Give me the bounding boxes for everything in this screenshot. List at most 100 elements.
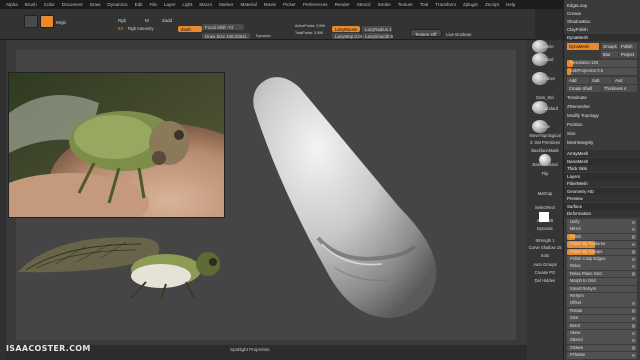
menu-dynamics[interactable]: Dynamics xyxy=(107,2,127,7)
tool-tray-item-backfacemask[interactable]: BackfaceMask xyxy=(528,148,562,153)
sculpt-mesh-model[interactable] xyxy=(240,68,450,328)
menu-marker[interactable]: Marker xyxy=(219,2,233,7)
tool-tray-item-movetopological[interactable]: MoveTopological xyxy=(528,133,562,138)
menu-help[interactable]: Help xyxy=(506,2,515,7)
lazy-step-slider[interactable]: LazyStep 0.09 xyxy=(332,33,363,39)
focal-shift-slider[interactable]: Focal Shift -74 xyxy=(202,24,244,30)
dynamic-toggle[interactable]: Dynamic xyxy=(256,34,271,38)
subpalette-deformation[interactable]: Deformation xyxy=(564,210,640,217)
draw-mode-button[interactable] xyxy=(24,15,38,28)
mrgb-button[interactable]: Mrgb xyxy=(56,20,66,25)
subpalette-fibermesh[interactable]: FiberMesh xyxy=(564,180,640,187)
menu-edit[interactable]: Edit xyxy=(135,2,143,7)
tool-tray-item-move[interactable]: Move xyxy=(528,124,562,129)
palette-item-tessimate[interactable]: Tessimate xyxy=(567,95,637,101)
tool-tray-item-del-hidden[interactable]: Del Hidden xyxy=(528,278,562,283)
menu-transform[interactable]: Transform xyxy=(435,2,456,7)
menu-material[interactable]: Material xyxy=(240,2,256,7)
texture-off-button[interactable]: Texture Off xyxy=(410,29,442,37)
menu-texture[interactable]: Texture xyxy=(398,2,413,7)
deform-relax-plane-grid[interactable]: Relax Plane Grid xyxy=(567,270,637,278)
menu-preferences[interactable]: Preferences xyxy=(303,2,328,7)
zadd-button[interactable]: Zadd xyxy=(162,18,172,23)
deform-smart-resym[interactable]: Smart ReSym xyxy=(567,285,637,293)
subpalette-nanomesh[interactable]: NanoMesh xyxy=(564,157,640,165)
dynamesh-button[interactable]: DynaMesh xyxy=(567,43,599,50)
deform-polish-crisp-edges[interactable]: Polish Crisp Edges xyxy=(567,256,637,263)
deform-offset[interactable]: Offset xyxy=(567,300,637,307)
subpalette-geometry-hd[interactable]: Geometry HD xyxy=(564,187,640,195)
polish-toggle[interactable]: Polish xyxy=(619,43,637,50)
deform-size[interactable]: Size xyxy=(567,315,637,322)
deform-polish-by-groups[interactable]: Polish By Groups xyxy=(567,248,637,256)
tool-tray-item-3-sm-primitives[interactable]: 3: SM Primitives xyxy=(528,140,562,145)
tool-tray-item-auto-groups[interactable]: Auto Groups xyxy=(528,262,562,267)
menu-stencil[interactable]: Stencil xyxy=(357,2,371,7)
menu-zplugin[interactable]: Zplugin xyxy=(463,2,478,7)
m-button[interactable]: M xyxy=(145,18,149,23)
blur-slider[interactable]: Blur xyxy=(601,51,618,58)
lazy-radius-slider[interactable]: LazyRadius 1 xyxy=(362,26,392,32)
add-button[interactable]: Add xyxy=(567,77,589,84)
deform-resym[interactable]: ReSym xyxy=(567,293,637,300)
subpalette-surface[interactable]: Surface xyxy=(564,202,640,210)
menu-macro[interactable]: Macro xyxy=(199,2,212,7)
palette-item-claypolish[interactable]: ClayPolish xyxy=(567,27,637,33)
tool-tray-item-curve-shallow-15[interactable]: Curve Shallow 15 xyxy=(528,245,562,250)
palette-item-size[interactable]: Size xyxy=(567,131,637,137)
tool-tray-item-crease-pg[interactable]: Crease PG xyxy=(528,270,562,275)
menu-file[interactable]: File xyxy=(150,2,157,7)
sub-button[interactable]: Sub xyxy=(590,77,612,84)
tool-tray-item-matcap[interactable]: MatCap xyxy=(528,191,562,196)
tool-tray-item-solo[interactable]: Solo xyxy=(528,253,562,258)
subpalette-layers[interactable]: Layers xyxy=(564,172,640,180)
tool-tray-item-strength-1[interactable]: Strength 1 xyxy=(528,238,562,243)
subprojection-slider[interactable]: SubProjection 0.6 xyxy=(567,68,637,75)
deform-skew[interactable]: Skew xyxy=(567,330,637,337)
and-button[interactable]: And xyxy=(613,77,637,84)
menu-brush[interactable]: Brush xyxy=(25,2,37,7)
tool-tray-item-dam-std[interactable]: Dam_Std xyxy=(528,95,562,100)
tool-tray-item-standard[interactable]: Standard xyxy=(528,57,562,62)
tool-tray-item-dynamic[interactable]: Dynamic xyxy=(528,226,562,231)
rgb-intensity-label[interactable]: Rgb Intensity xyxy=(128,26,154,31)
menu-stroke[interactable]: Stroke xyxy=(377,2,390,7)
material-swatch[interactable] xyxy=(539,154,551,166)
groups-toggle[interactable]: Groups xyxy=(601,43,618,50)
subpalette-preview[interactable]: Preview xyxy=(564,195,640,202)
tool-tray-item-damstandard[interactable]: DamStandard xyxy=(528,106,562,111)
move-mode-button[interactable] xyxy=(40,15,54,28)
menu-document[interactable]: Document xyxy=(62,2,83,7)
deform-fflatten[interactable]: FFlatten xyxy=(567,352,637,359)
live-boolean-toggle[interactable]: Live Boolean xyxy=(446,32,471,37)
deform-relax[interactable]: Relax xyxy=(567,263,637,270)
deform-rotate[interactable]: Rotate xyxy=(567,307,637,315)
deform-mirror[interactable]: Mirror xyxy=(567,226,637,233)
menu-picker[interactable]: Picker xyxy=(283,2,296,7)
subpalette-arraymesh[interactable]: ArrayMesh xyxy=(564,150,640,157)
lazy-smooth-slider[interactable]: LazySmooth 9 xyxy=(362,33,393,39)
menu-light[interactable]: Light xyxy=(182,2,192,7)
palette-item-shadowbox[interactable]: ShadowBox xyxy=(567,19,637,25)
menu-color[interactable]: Color xyxy=(44,2,55,7)
deform-unify[interactable]: Unify xyxy=(567,219,637,226)
dynamesh-subpalette-header[interactable]: DynaMesh xyxy=(564,34,640,41)
tool-tray-item-flip[interactable]: Flip xyxy=(528,171,562,176)
palette-item-crease[interactable]: Crease xyxy=(567,11,637,17)
palette-item-position[interactable]: Position xyxy=(567,122,637,128)
tool-tray-item-zmodeler[interactable]: ZModeler xyxy=(528,44,562,49)
menu-movie[interactable]: Movie xyxy=(264,2,276,7)
menu-draw[interactable]: Draw xyxy=(90,2,101,7)
subpalette-thick-skin[interactable]: Thick Skin xyxy=(564,165,640,172)
tool-tray-item-claytubes[interactable]: ClayTubes xyxy=(528,76,562,81)
palette-item-meshintegrity[interactable]: MeshIntegrity xyxy=(567,140,637,146)
deform-morph-to-grid[interactable]: Morph to Grid xyxy=(567,278,637,285)
palette-item-edgeloop[interactable]: EdgeLoop xyxy=(567,3,637,9)
rgb-button[interactable]: Rgb xyxy=(118,18,126,23)
alpha-swatch[interactable] xyxy=(539,212,549,222)
deform-polish-by-features[interactable]: Polish By Features xyxy=(567,241,637,248)
menu-layer[interactable]: Layer xyxy=(164,2,176,7)
menu-tool[interactable]: Tool xyxy=(420,2,428,7)
project-toggle[interactable]: Project xyxy=(619,51,637,58)
draw-size-slider[interactable]: Draw Size 108.20541 xyxy=(202,33,250,39)
